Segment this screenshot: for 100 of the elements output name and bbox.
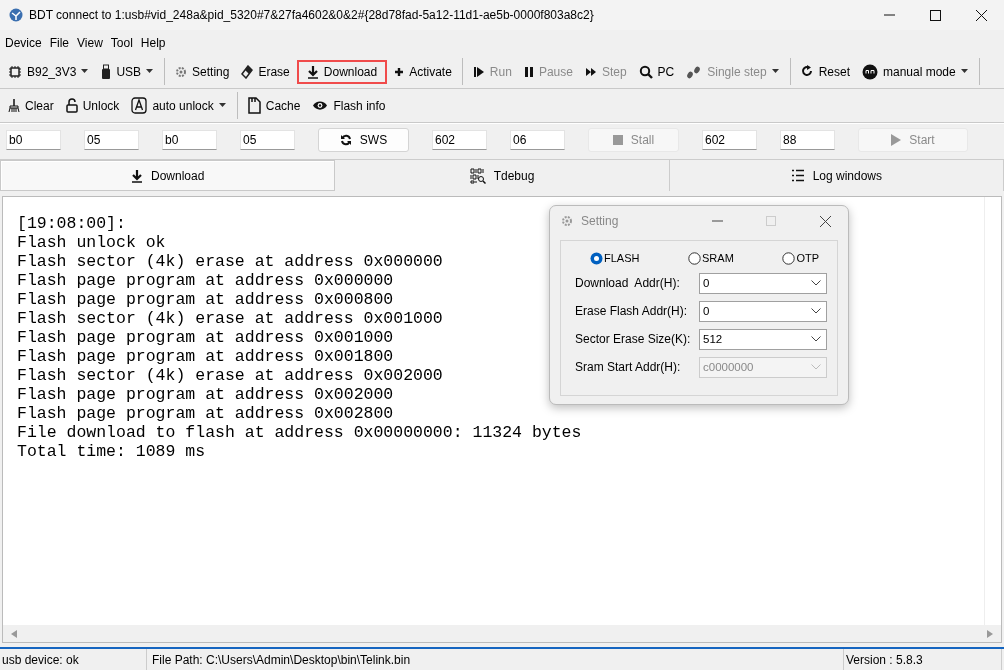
unlocked-padlock-icon <box>65 98 78 113</box>
log-line: Flash page program at address 0x000800 <box>17 290 394 309</box>
input-field[interactable]: 05 <box>84 130 139 150</box>
usb-icon <box>101 64 112 79</box>
auto-unlock-dropdown[interactable]: auto unlock <box>126 93 232 118</box>
sws-button[interactable]: SWS <box>318 128 409 152</box>
caret-icon <box>960 69 969 74</box>
connection-dropdown[interactable]: USB <box>96 59 160 84</box>
field-label: Sram Start Addr(H): <box>575 360 681 374</box>
log-line: Flash sector (4k) erase at address 0x001000 <box>17 309 443 328</box>
pause-icon <box>523 65 534 78</box>
gear-icon <box>175 65 188 78</box>
gear-icon <box>561 215 573 227</box>
field-label: Download Addr(H): <box>575 276 680 290</box>
tab[interactable]: Download <box>0 160 336 191</box>
minimize-icon <box>883 14 895 16</box>
close-icon <box>819 215 831 227</box>
download-button[interactable]: Download <box>296 59 388 84</box>
flash-info-button[interactable]: Flash info <box>307 93 391 118</box>
horizontal-scrollbar[interactable] <box>3 625 1001 642</box>
input-field[interactable]: 88 <box>780 130 835 150</box>
address-combo-box[interactable]: 512 <box>699 328 827 350</box>
caret-icon <box>146 69 155 74</box>
log-line: Flash page program at address 0x002000 <box>17 385 394 404</box>
radio-option[interactable]: FLASH <box>590 250 640 266</box>
radio-option[interactable]: SRAM <box>688 250 734 266</box>
log-line: Total time: 1089 ms <box>17 442 206 461</box>
field-label: Sector Erase Size(K): <box>575 332 691 346</box>
refresh-icon <box>339 134 352 146</box>
unlock-button[interactable]: Unlock <box>60 93 125 118</box>
memory-card-icon <box>247 97 261 114</box>
caret-icon <box>81 69 90 74</box>
log-line: Flash page program at address 0x001000 <box>17 328 394 347</box>
window-title: BDT connect to 1:usb#vid_248a&pid_5320#7&27fa4602&0&2#{28d78fad-5a12-11d1-ae5b-0000f803a8c2} <box>28 8 595 22</box>
chip-dropdown[interactable]: B92_3V3 <box>3 59 95 84</box>
dialog-title: Setting <box>581 214 620 228</box>
stop-icon <box>612 135 623 145</box>
log-line: File download to flash at address 0x00000000: 11324 bytes <box>17 423 582 442</box>
log-line: Flash page program at address 0x000000 <box>17 271 394 290</box>
scroll-left-icon <box>11 629 17 638</box>
input-field[interactable]: b0 <box>162 130 217 150</box>
run-icon <box>472 65 485 78</box>
list-icon <box>790 169 805 182</box>
log-line: Flash unlock ok <box>17 233 166 252</box>
input-field[interactable]: b0 <box>6 130 61 150</box>
plus-icon <box>394 66 405 77</box>
chevron-icon <box>811 336 821 342</box>
log-line: Flash page program at address 0x002800 <box>17 404 394 423</box>
log-line: Flash sector (4k) erase at address 0x002000 <box>17 366 443 385</box>
erase-button[interactable]: Erase <box>236 59 295 84</box>
play-icon <box>891 134 902 146</box>
menu-item[interactable]: Tool <box>106 35 137 50</box>
address-combo-box[interactable]: 0 <box>699 272 827 294</box>
address-combo-box[interactable]: 0 <box>699 300 827 322</box>
eye-icon <box>312 100 329 111</box>
status-text: Version : 5.8.3 <box>844 649 1002 670</box>
chevron-icon <box>811 364 821 370</box>
download-icon <box>306 64 319 79</box>
clear-button[interactable]: Clear <box>3 93 59 118</box>
caret-icon <box>771 69 780 74</box>
caret-icon <box>218 103 227 108</box>
cache-button[interactable]: Cache <box>242 93 306 118</box>
log-line: Flash sector (4k) erase at address 0x000000 <box>17 252 443 271</box>
maximize-icon <box>766 216 776 226</box>
chevron-icon <box>811 308 821 314</box>
broom-icon <box>8 98 20 113</box>
chip-icon <box>8 64 22 79</box>
input-field[interactable]: 06 <box>510 130 565 150</box>
activate-button[interactable]: Activate <box>389 59 457 84</box>
menu-item[interactable]: File <box>45 35 74 50</box>
pc-button[interactable]: PC <box>633 59 680 84</box>
menu-item[interactable]: View <box>73 35 107 50</box>
chevron-icon <box>811 280 821 286</box>
close-icon <box>975 9 987 21</box>
menu-item[interactable]: Device <box>1 35 46 50</box>
menu-item[interactable]: Help <box>136 35 170 50</box>
binary-search-icon <box>469 167 486 184</box>
scroll-right-icon <box>987 629 993 638</box>
mode-icon <box>862 63 878 80</box>
input-field[interactable]: 602 <box>702 130 757 150</box>
eraser-icon <box>241 64 254 79</box>
status-text: File Path: C:\Users\Admin\Desktop\bin\Telink.bin <box>147 649 844 670</box>
reset-icon <box>800 65 814 78</box>
log-line: Flash page program at address 0x001800 <box>17 347 394 366</box>
setting-button[interactable]: Setting <box>170 59 235 84</box>
search-icon <box>638 64 653 79</box>
app-logo-icon <box>9 8 23 22</box>
input-field[interactable]: 05 <box>240 130 295 150</box>
letter-box-icon <box>131 97 148 114</box>
input-field[interactable]: 602 <box>432 130 487 150</box>
fast-forward-icon <box>584 66 597 77</box>
minimize-icon <box>711 220 723 222</box>
log-line: [19:08:00]: <box>17 214 126 233</box>
download-icon <box>130 168 143 183</box>
reset-button[interactable]: Reset <box>795 59 855 84</box>
mode-dropdown[interactable]: manual mode <box>857 59 974 84</box>
status-text: usb device: ok <box>0 649 147 670</box>
footprints-icon <box>686 64 703 79</box>
field-label: Erase Flash Addr(H): <box>575 304 688 318</box>
radio-option[interactable]: OTP <box>782 250 819 266</box>
